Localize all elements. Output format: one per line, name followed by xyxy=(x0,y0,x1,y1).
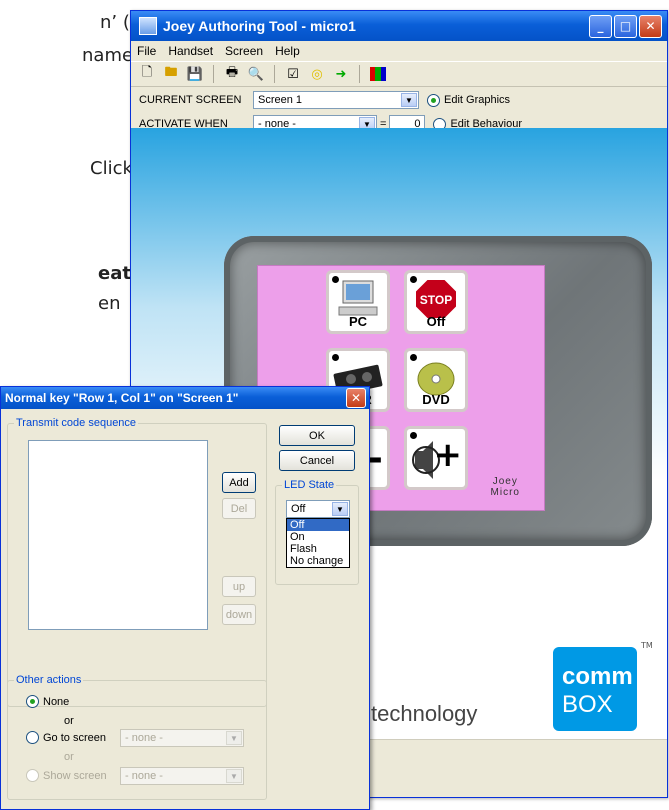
device-brand: Joey Micro xyxy=(490,476,520,498)
check-icon[interactable]: ☑ xyxy=(283,64,303,84)
tagline: technology xyxy=(371,701,478,726)
other-actions-group: Other actions None or Go to screen - non… xyxy=(7,674,267,800)
led-state-select[interactable]: Off ▼ xyxy=(286,500,350,518)
key-pc[interactable]: PC xyxy=(326,270,390,334)
down-button[interactable]: down xyxy=(222,604,256,625)
transmit-icon[interactable]: ➜ xyxy=(331,64,351,84)
goto-screen-select[interactable]: - none - ▼ xyxy=(120,729,244,747)
doc-fragment-2: name xyxy=(82,45,134,66)
edit-graphics-radio[interactable] xyxy=(427,93,440,107)
key-dvd[interactable]: DVD xyxy=(404,348,468,412)
goto-screen-radio[interactable] xyxy=(26,731,39,744)
key-volume-up[interactable]: + xyxy=(404,426,468,490)
ok-button[interactable]: OK xyxy=(279,425,355,446)
or-label: or xyxy=(64,715,74,727)
show-screen-radio[interactable] xyxy=(26,769,39,782)
menu-help[interactable]: Help xyxy=(275,44,300,58)
chevron-down-icon[interactable]: ▼ xyxy=(332,502,348,516)
current-screen-select[interactable]: Screen 1 ▼ xyxy=(253,91,419,109)
chevron-down-icon[interactable]: ▼ xyxy=(401,93,417,107)
menu-handset[interactable]: Handset xyxy=(168,44,213,58)
chevron-down-icon[interactable]: ▼ xyxy=(226,731,242,745)
del-button[interactable]: Del xyxy=(222,498,256,519)
toolbar: 🗋 🖿 💾 🖶 🔍 ☑ ◎ ➜ xyxy=(131,61,667,87)
doc-fragment-5: en xyxy=(98,293,121,314)
app-icon xyxy=(139,17,157,35)
window-title: Joey Authoring Tool - micro1 xyxy=(163,18,356,34)
doc-fragment-3: Click xyxy=(90,158,133,179)
main-titlebar[interactable]: Joey Authoring Tool - micro1 _ □ ✕ xyxy=(131,11,667,41)
color-icon[interactable] xyxy=(368,64,388,84)
led-state-group: LED State Off ▼ Off On Flash No change xyxy=(275,479,359,585)
led-option-on[interactable]: On xyxy=(287,531,349,543)
menu-bar: File Handset Screen Help xyxy=(131,41,667,61)
edit-graphics-option[interactable]: Edit Graphics xyxy=(427,93,510,107)
current-screen-row: CURRENT SCREEN Screen 1 ▼ Edit Graphics xyxy=(139,91,510,109)
led-option-flash[interactable]: Flash xyxy=(287,543,349,555)
goto-screen-option[interactable]: Go to screen xyxy=(26,731,106,744)
up-button[interactable]: up xyxy=(222,576,256,597)
key-off[interactable]: STOP Off xyxy=(404,270,468,334)
trademark: TM xyxy=(641,641,653,650)
dialog-title: Normal key "Row 1, Col 1" on "Screen 1" xyxy=(5,391,239,405)
preview-icon[interactable]: 🔍 xyxy=(246,64,266,84)
commbox-logo: comm BOX xyxy=(553,647,637,731)
save-icon[interactable]: 💾 xyxy=(185,64,205,84)
key-properties-dialog: Normal key "Row 1, Col 1" on "Screen 1" … xyxy=(0,386,370,810)
close-button[interactable]: ✕ xyxy=(639,14,662,38)
target-icon[interactable]: ◎ xyxy=(307,64,327,84)
none-option[interactable]: None xyxy=(26,695,69,708)
new-icon[interactable]: 🗋 xyxy=(137,64,157,84)
show-screen-option[interactable]: Show screen xyxy=(26,769,107,782)
current-screen-label: CURRENT SCREEN xyxy=(139,94,242,106)
dialog-titlebar[interactable]: Normal key "Row 1, Col 1" on "Screen 1" … xyxy=(1,387,369,409)
chevron-down-icon[interactable]: ▼ xyxy=(226,769,242,783)
or-label-disabled: or xyxy=(64,751,74,763)
minimize-button[interactable]: _ xyxy=(589,14,612,38)
led-option-no-change[interactable]: No change xyxy=(287,555,349,567)
dialog-close-button[interactable]: ✕ xyxy=(346,388,366,408)
cancel-button[interactable]: Cancel xyxy=(279,450,355,471)
menu-screen[interactable]: Screen xyxy=(225,44,263,58)
transmit-code-group: Transmit code sequence Add Del up down xyxy=(7,417,267,707)
svg-text:STOP: STOP xyxy=(420,293,452,307)
none-radio[interactable] xyxy=(26,695,39,708)
led-option-off[interactable]: Off xyxy=(287,519,349,531)
transmit-code-list[interactable] xyxy=(28,440,208,630)
print-icon[interactable]: 🖶 xyxy=(222,64,242,84)
show-screen-select[interactable]: - none - ▼ xyxy=(120,767,244,785)
add-button[interactable]: Add xyxy=(222,472,256,493)
menu-file[interactable]: File xyxy=(137,44,156,58)
open-icon[interactable]: 🖿 xyxy=(161,64,181,84)
maximize-button[interactable]: □ xyxy=(614,14,637,38)
led-state-dropdown: Off On Flash No change xyxy=(286,518,350,568)
